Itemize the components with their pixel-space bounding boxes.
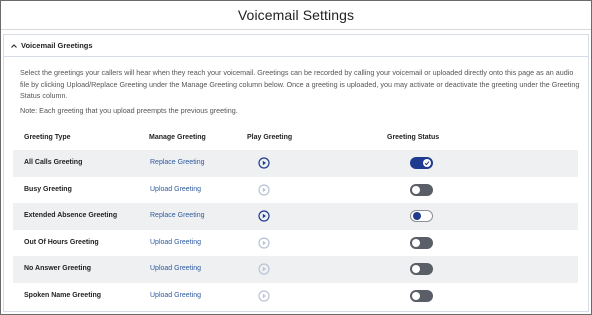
toggle-knob (412, 238, 420, 247)
greeting-status-toggle[interactable] (410, 289, 433, 302)
greetings-table: All Calls Greeting Replace Greeting Busy G… (13, 150, 578, 309)
toggle-knob (412, 291, 420, 300)
upload-greeting-link[interactable]: Upload Greeting (150, 265, 201, 272)
table-row: Out Of Hours Greeting Upload Greeting (13, 230, 578, 257)
check-icon (424, 161, 430, 166)
greeting-type-label: All Calls Greeting (24, 159, 83, 166)
table-header: Greeting Type Manage Greeting Play Greet… (4, 134, 590, 146)
toggle-knob (413, 212, 421, 220)
replace-greeting-link[interactable]: Replace Greeting (150, 212, 204, 219)
chevron-up-icon[interactable] (8, 40, 20, 52)
greeting-type-label: Busy Greeting (24, 185, 72, 193)
greeting-status-toggle[interactable] (410, 236, 433, 249)
upload-greeting-link[interactable]: Upload Greeting (150, 239, 201, 246)
play-circle-icon[interactable] (258, 210, 270, 222)
header-greeting-type: Greeting Type (24, 134, 71, 141)
voicemail-greetings-section: Voicemail Greetings Select the greetings… (3, 34, 589, 312)
title-divider (1, 29, 591, 30)
table-row: No Answer Greeting Upload Greeting (13, 256, 578, 283)
replace-greeting-link[interactable]: Replace Greeting (150, 159, 204, 166)
toggle-knob (412, 265, 420, 273)
upload-note: Note: Each greeting that you upload pree… (20, 106, 238, 115)
table-row: All Calls Greeting Replace Greeting (13, 150, 578, 177)
toggle-knob (423, 159, 431, 167)
play-circle-icon[interactable] (258, 157, 270, 169)
upload-greeting-link[interactable]: Upload Greeting (150, 292, 201, 299)
header-manage-greeting: Manage Greeting (149, 134, 206, 141)
greeting-type-label: Spoken Name Greeting (24, 291, 102, 299)
toggle-knob (412, 185, 420, 194)
header-greeting-status: Greeting Status (387, 134, 440, 141)
greeting-type-label: Out Of Hours Greeting (24, 238, 99, 246)
section-description: Select the greetings your callers will h… (20, 68, 580, 100)
greeting-status-toggle[interactable] (410, 157, 433, 169)
upload-greeting-link[interactable]: Upload Greeting (150, 186, 201, 193)
play-circle-icon (258, 263, 270, 275)
table-row: Spoken Name Greeting Upload Greeting (13, 283, 578, 310)
greeting-type-label: Extended Absence Greeting (24, 212, 118, 219)
play-circle-icon (258, 183, 270, 196)
greeting-status-toggle[interactable] (410, 210, 433, 222)
title-bar: Voicemail Settings (1, 1, 591, 29)
voicemail-settings-window: Voicemail Settings Voicemail Greetings S… (0, 0, 592, 315)
header-play-greeting: Play Greeting (247, 134, 293, 141)
greeting-status-toggle[interactable] (410, 183, 433, 196)
play-circle-icon (258, 236, 270, 249)
page-title: Voicemail Settings (237, 7, 355, 23)
table-row: Extended Absence Greeting Replace Greetin… (13, 203, 578, 230)
greeting-status-toggle[interactable] (410, 263, 433, 275)
greeting-type-label: No Answer Greeting (24, 265, 92, 272)
play-circle-icon (258, 289, 270, 302)
section-header[interactable]: Voicemail Greetings (4, 35, 588, 57)
section-title: Voicemail Greetings (21, 41, 93, 50)
table-row: Busy Greeting Upload Greeting (13, 177, 578, 204)
